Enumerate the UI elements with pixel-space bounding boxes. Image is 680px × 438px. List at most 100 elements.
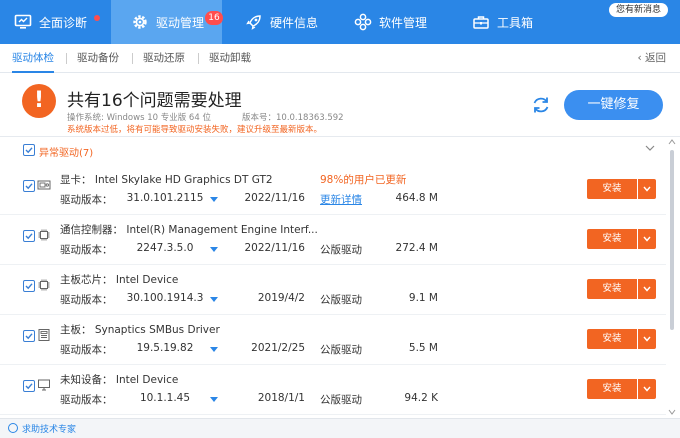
driver-type: 公版驱动 [320, 394, 362, 406]
device-checkbox[interactable] [23, 180, 35, 192]
device-checkbox[interactable] [23, 330, 35, 342]
device-category: 未知设备： [60, 374, 113, 386]
driver-date: 2018/1/1 [257, 392, 305, 404]
driver-date: 2021/2/25 [251, 342, 305, 354]
device-checkbox[interactable] [23, 380, 35, 392]
install-button[interactable]: 安装 [587, 279, 637, 299]
apps-icon [354, 13, 372, 31]
device-row: 主板芯片： Intel Device 驱动版本： 30.100.1914.3 2019… [0, 264, 666, 315]
tab-label: 全面诊断 [39, 15, 88, 30]
tab-label: 工具箱 [497, 15, 534, 30]
device-row: 通信控制器： Intel(R) Management Engine Interf… [0, 214, 666, 265]
device-model: Synaptics SMBus Driver [94, 324, 220, 336]
driver-date: 2019/4/2 [257, 292, 305, 304]
driver-size: 464.8 M [395, 192, 438, 204]
device-checkbox[interactable] [23, 280, 35, 292]
help-icon [8, 423, 18, 433]
back-button[interactable]: ‹ 返回 [637, 44, 666, 72]
tab-label: 软件管理 [379, 15, 428, 30]
install-options-button[interactable] [638, 379, 656, 399]
divider [66, 53, 67, 64]
device-model: Intel Device [115, 374, 179, 386]
version-dropdown-icon[interactable] [210, 347, 218, 352]
gear-icon [131, 13, 149, 31]
version-label: 驱动版本： [60, 394, 113, 406]
driver-date: 2022/11/16 [244, 192, 305, 204]
version-label: 驱动版本： [60, 344, 113, 356]
device-name: 主板： Synaptics SMBus Driver [60, 322, 220, 337]
driver-type: 公版驱动 [320, 294, 362, 306]
warning-icon: ! [22, 84, 56, 118]
subtab-driver-backup[interactable]: 驱动备份 [77, 44, 119, 72]
divider [198, 53, 199, 64]
driver-size: 272.4 M [395, 242, 438, 254]
install-button[interactable]: 安装 [587, 379, 637, 399]
version-dropdown-icon[interactable] [210, 297, 218, 302]
page-title: 共有16个问题需要处理 [67, 91, 242, 111]
install-button[interactable]: 安装 [587, 179, 637, 199]
motherboard-icon [37, 328, 51, 342]
install-options-button[interactable] [638, 179, 656, 199]
divider [132, 53, 133, 64]
chevron-left-icon: ‹ [637, 52, 645, 64]
subtab-driver-check[interactable]: 驱动体检 [12, 44, 54, 73]
driver-size: 94.2 K [404, 392, 438, 404]
tab-hardware-info[interactable]: 硬件信息 [245, 0, 345, 44]
back-label: 返回 [645, 52, 666, 64]
version-label: 驱动版本： [60, 194, 113, 206]
device-checkbox[interactable] [23, 230, 35, 242]
device-category: 通信控制器： [60, 224, 123, 236]
rocket-icon [245, 13, 263, 31]
version-warning: 系统版本过低，将有可能导致驱动安装失败，建议升级至最新版本。 [67, 125, 323, 135]
driver-badge: 16 [205, 11, 223, 25]
version-dropdown-icon[interactable] [210, 197, 218, 202]
install-button[interactable]: 安装 [587, 329, 637, 349]
os-info: 操作系统: Windows 10 专业版 64 位 [67, 113, 211, 123]
chevron-down-icon [643, 236, 651, 242]
install-options-button[interactable] [638, 279, 656, 299]
sub-nav: 驱动体检 驱动备份 驱动还原 驱动卸载 ‹ 返回 [0, 44, 680, 73]
device-model: Intel Device [115, 274, 179, 286]
display-card-icon [37, 178, 51, 192]
chevron-down-icon[interactable] [645, 143, 655, 153]
chip-icon [37, 228, 51, 242]
tab-label: 硬件信息 [270, 15, 319, 30]
monitor-icon [14, 13, 32, 31]
device-row: 显卡： Intel Skylake HD Graphics DT GT2 驱动版本… [0, 164, 666, 215]
section-checkbox[interactable] [23, 144, 35, 156]
os-version: 版本号：10.0.18363.592 [242, 113, 344, 123]
ask-expert-link[interactable]: 求助技术专家 [22, 422, 76, 435]
device-name: 显卡： Intel Skylake HD Graphics DT GT2 [60, 172, 273, 187]
device-row: 未知设备： Intel Device 驱动版本： 10.1.1.45 2018/1/1… [0, 364, 666, 415]
driver-version: 2247.3.5.0 [136, 242, 194, 254]
driver-size: 5.5 M [408, 342, 438, 354]
subtab-driver-restore[interactable]: 驱动还原 [143, 44, 185, 72]
chevron-down-icon [643, 286, 651, 292]
refresh-icon[interactable] [530, 94, 552, 116]
driver-version: 19.5.19.82 [136, 342, 194, 354]
install-button[interactable]: 安装 [587, 229, 637, 249]
chevron-down-icon [643, 186, 651, 192]
device-row: 主板： Synaptics SMBus Driver 驱动版本： 19.5.19.8… [0, 314, 666, 365]
driver-size: 9.1 M [408, 292, 438, 304]
device-category: 主板芯片： [60, 274, 113, 286]
update-details-link[interactable]: 更新详情 [320, 192, 362, 207]
tab-toolbox[interactable]: 工具箱 [472, 0, 562, 44]
tab-software-management[interactable]: 软件管理 [354, 0, 464, 44]
driver-date: 2022/11/16 [244, 242, 305, 254]
toolbox-icon [472, 13, 490, 31]
chevron-down-icon [643, 336, 651, 342]
install-options-button[interactable] [638, 329, 656, 349]
device-name: 通信控制器： Intel(R) Management Engine Interf… [60, 222, 318, 237]
device-model: Intel Skylake HD Graphics DT GT2 [94, 174, 273, 186]
install-options-button[interactable] [638, 229, 656, 249]
notification-dot [94, 15, 100, 21]
subtab-driver-uninstall[interactable]: 驱动卸载 [209, 44, 251, 72]
one-click-fix-button[interactable]: 一键修复 [564, 90, 663, 120]
version-dropdown-icon[interactable] [210, 247, 218, 252]
new-message-bubble[interactable]: 您有新消息 [608, 3, 668, 17]
tab-full-diagnosis[interactable]: 全面诊断 [14, 0, 108, 44]
version-dropdown-icon[interactable] [210, 397, 218, 402]
driver-version: 31.0.101.2115 [126, 192, 204, 204]
scrollbar[interactable] [668, 138, 676, 416]
